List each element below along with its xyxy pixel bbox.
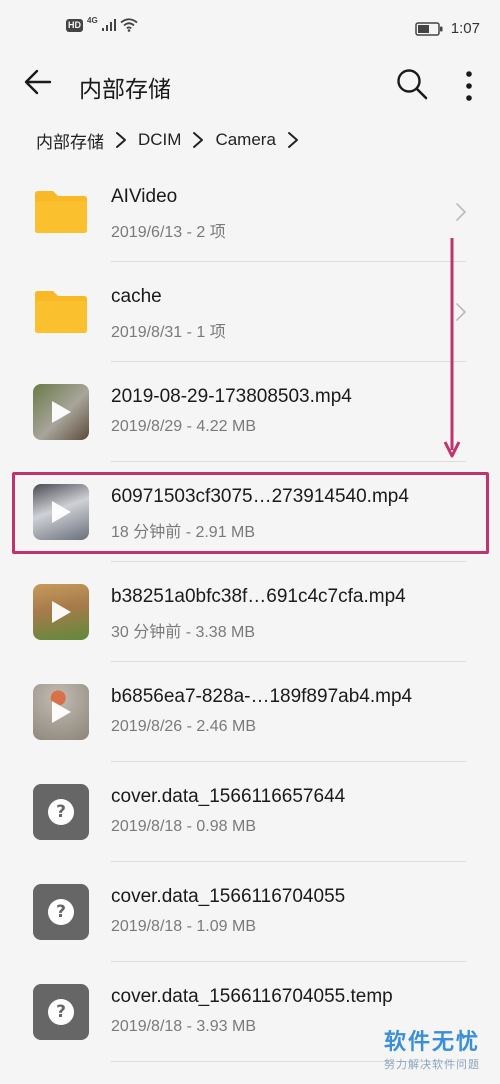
file-name: b38251a0bfc38f…691c4c7cfa.mp4 <box>111 586 406 607</box>
file-meta: 2019/8/18 - 3.93 MB <box>111 1018 256 1035</box>
chevron-right-icon <box>116 132 126 148</box>
play-icon <box>52 401 71 423</box>
status-icons-left: HD 4G <box>66 15 138 32</box>
file-name: b6856ea7-828a-…189f897ab4.mp4 <box>111 686 413 707</box>
annotation-arrow <box>443 238 461 458</box>
signal-icon <box>101 19 116 31</box>
chevron-right-icon <box>456 203 466 221</box>
list-item-folder-aivideo[interactable]: AIVideo 2019/6/13 - 2 项 <box>0 162 500 262</box>
watermark: 软件无忧 努力解决软件问题 <box>384 1024 480 1072</box>
network-type: 4G <box>87 15 98 25</box>
breadcrumb-item-camera[interactable]: Camera <box>213 130 277 150</box>
more-options-button[interactable] <box>458 66 480 102</box>
file-name: cover.data_1566116704055 <box>111 886 346 907</box>
file-meta: 2019/8/29 - 4.22 MB <box>111 418 256 435</box>
play-icon <box>52 601 71 623</box>
video-thumbnail <box>33 384 89 440</box>
file-meta: 18 分钟前 - 2.91 MB <box>111 524 256 541</box>
chevron-right-icon <box>193 132 204 148</box>
video-thumbnail <box>33 584 89 640</box>
unknown-file-icon: ? <box>33 984 89 1040</box>
file-meta: 2019/6/13 - 2 项 <box>111 224 226 241</box>
file-meta: 30 分钟前 - 3.38 MB <box>111 624 256 641</box>
back-button[interactable] <box>22 66 54 98</box>
list-item-folder-cache[interactable]: cache 2019/8/31 - 1 项 <box>0 262 500 362</box>
battery-icon <box>415 21 443 36</box>
breadcrumb-item-internal-storage[interactable]: 内部存储 <box>34 128 106 153</box>
list-item-video-b6856ea7[interactable]: b6856ea7-828a-…189f897ab4.mp4 2019/8/26 … <box>0 662 500 762</box>
search-button[interactable] <box>394 66 430 102</box>
folder-icon <box>33 184 89 240</box>
file-name: cover.data_1566116704055.temp <box>111 986 393 1007</box>
app-bar: 内部存储 <box>0 62 500 106</box>
breadcrumb-item-dcim[interactable]: DCIM <box>136 130 183 150</box>
unknown-file-icon: ? <box>33 784 89 840</box>
page-title: 内部存储 <box>79 76 171 102</box>
back-arrow-icon <box>24 69 52 95</box>
status-bar: HD 4G 1:07 <box>0 0 500 62</box>
file-meta: 2019/8/18 - 1.09 MB <box>111 918 256 935</box>
watermark-title: 软件无忧 <box>383 1029 480 1054</box>
file-meta: 2019/8/31 - 1 项 <box>111 324 226 341</box>
play-icon <box>52 701 71 723</box>
folder-icon <box>33 284 89 340</box>
status-icons-right: 1:07 <box>415 20 480 37</box>
file-name: 60971503cf3075…273914540.mp4 <box>111 486 409 507</box>
video-thumbnail <box>33 684 89 740</box>
list-item-video-2019-08-29[interactable]: 2019-08-29-173808503.mp4 2019/8/29 - 4.2… <box>0 362 500 462</box>
breadcrumb: 内部存储 DCIM Camera <box>34 126 308 154</box>
list-item-cover-data-2[interactable]: ? cover.data_1566116704055 2019/8/18 - 1… <box>0 862 500 962</box>
unknown-file-icon: ? <box>33 884 89 940</box>
search-icon <box>397 69 428 100</box>
list-item-cover-data-1[interactable]: ? cover.data_1566116657644 2019/8/18 - 0… <box>0 762 500 862</box>
file-meta: 2019/8/18 - 0.98 MB <box>111 818 256 835</box>
video-thumbnail <box>33 484 89 540</box>
list-item-video-60971503[interactable]: 60971503cf3075…273914540.mp4 18 分钟前 - 2.… <box>0 462 500 562</box>
watermark-subtitle: 努力解决软件问题 <box>383 1059 480 1071</box>
play-icon <box>52 501 71 523</box>
file-list: AIVideo 2019/6/13 - 2 项 cache 2019/8/31 … <box>0 162 500 1062</box>
wifi-icon <box>120 18 138 32</box>
file-name: 2019-08-29-173808503.mp4 <box>111 386 352 407</box>
more-vertical-icon <box>466 71 472 101</box>
chevron-right-icon <box>287 132 298 148</box>
list-item-video-b38251a0[interactable]: b38251a0bfc38f…691c4c7cfa.mp4 30 分钟前 - 3… <box>0 562 500 662</box>
hd-badge: HD <box>66 18 83 32</box>
file-name: cache <box>111 286 162 307</box>
clock: 1:07 <box>450 20 480 37</box>
file-name: cover.data_1566116657644 <box>111 786 346 807</box>
file-name: AIVideo <box>111 186 178 207</box>
file-meta: 2019/8/26 - 2.46 MB <box>111 718 256 735</box>
